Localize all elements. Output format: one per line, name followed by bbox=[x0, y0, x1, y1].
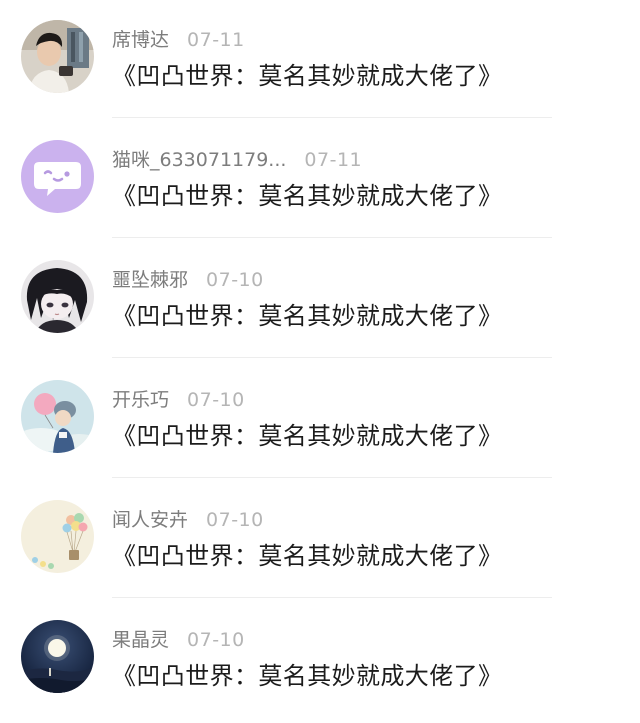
divider bbox=[112, 477, 552, 478]
comment-date: 07-11 bbox=[304, 149, 363, 171]
comment-text: 《凹凸世界：莫名其妙就成大佬了》 bbox=[112, 62, 503, 90]
avatar[interactable] bbox=[21, 20, 94, 93]
divider bbox=[112, 597, 552, 598]
comment-text: 《凹凸世界：莫名其妙就成大佬了》 bbox=[112, 182, 503, 210]
comment-text: 《凹凸世界：莫名其妙就成大佬了》 bbox=[112, 302, 503, 330]
moon-night-avatar-icon bbox=[21, 620, 94, 693]
comment-meta: 闻人安卉 07-10 bbox=[112, 506, 264, 534]
divider bbox=[112, 357, 552, 358]
comment-meta: 猫咪_633071179... 07-11 bbox=[112, 146, 362, 174]
default-chat-avatar-icon bbox=[21, 140, 94, 213]
comment-meta: 席博达 07-11 bbox=[112, 26, 245, 54]
username[interactable]: 猫咪_633071179... bbox=[112, 149, 286, 171]
comment-text: 《凹凸世界：莫名其妙就成大佬了》 bbox=[112, 542, 503, 570]
comment-item[interactable]: 开乐巧 07-10 《凹凸世界：莫名其妙就成大佬了》 bbox=[0, 360, 640, 480]
username[interactable]: 席博达 bbox=[112, 29, 169, 51]
avatar[interactable] bbox=[21, 380, 94, 453]
comment-date: 07-10 bbox=[206, 509, 264, 531]
comment-item[interactable]: 席博达 07-11 《凹凸世界：莫名其妙就成大佬了》 bbox=[0, 0, 640, 120]
comment-text: 《凹凸世界：莫名其妙就成大佬了》 bbox=[112, 662, 503, 690]
username[interactable]: 开乐巧 bbox=[112, 389, 169, 411]
avatar[interactable] bbox=[21, 500, 94, 573]
comment-date: 07-10 bbox=[187, 389, 245, 411]
username[interactable]: 闻人安卉 bbox=[112, 509, 188, 531]
balloon-character-avatar-icon bbox=[21, 380, 94, 453]
comment-item[interactable]: 果晶灵 07-10 《凹凸世界：莫名其妙就成大佬了》 bbox=[0, 600, 640, 720]
comment-meta: 果晶灵 07-10 bbox=[112, 626, 245, 654]
comment-meta: 噩坠棘邪 07-10 bbox=[112, 266, 264, 294]
divider bbox=[112, 117, 552, 118]
comment-list: 席博达 07-11 《凹凸世界：莫名其妙就成大佬了》 猫咪_633071179..… bbox=[0, 0, 640, 723]
avatar[interactable] bbox=[21, 140, 94, 213]
comment-item[interactable]: 闻人安卉 07-10 《凹凸世界：莫名其妙就成大佬了》 bbox=[0, 480, 640, 600]
avatar[interactable] bbox=[21, 260, 94, 333]
comment-meta: 开乐巧 07-10 bbox=[112, 386, 245, 414]
avatar[interactable] bbox=[21, 620, 94, 693]
username[interactable]: 果晶灵 bbox=[112, 629, 169, 651]
comment-item[interactable]: 猫咪_633071179... 07-11 《凹凸世界：莫名其妙就成大佬了》 bbox=[0, 120, 640, 240]
username[interactable]: 噩坠棘邪 bbox=[112, 269, 188, 291]
divider bbox=[112, 237, 552, 238]
comment-date: 07-10 bbox=[187, 629, 245, 651]
comment-text: 《凹凸世界：莫名其妙就成大佬了》 bbox=[112, 422, 503, 450]
anime-avatar-icon bbox=[21, 260, 94, 333]
comment-date: 07-11 bbox=[187, 29, 245, 51]
balloons-avatar-icon bbox=[21, 500, 94, 573]
comment-item[interactable]: 噩坠棘邪 07-10 《凹凸世界：莫名其妙就成大佬了》 bbox=[0, 240, 640, 360]
comment-date: 07-10 bbox=[206, 269, 264, 291]
photo-avatar-icon bbox=[21, 20, 94, 93]
